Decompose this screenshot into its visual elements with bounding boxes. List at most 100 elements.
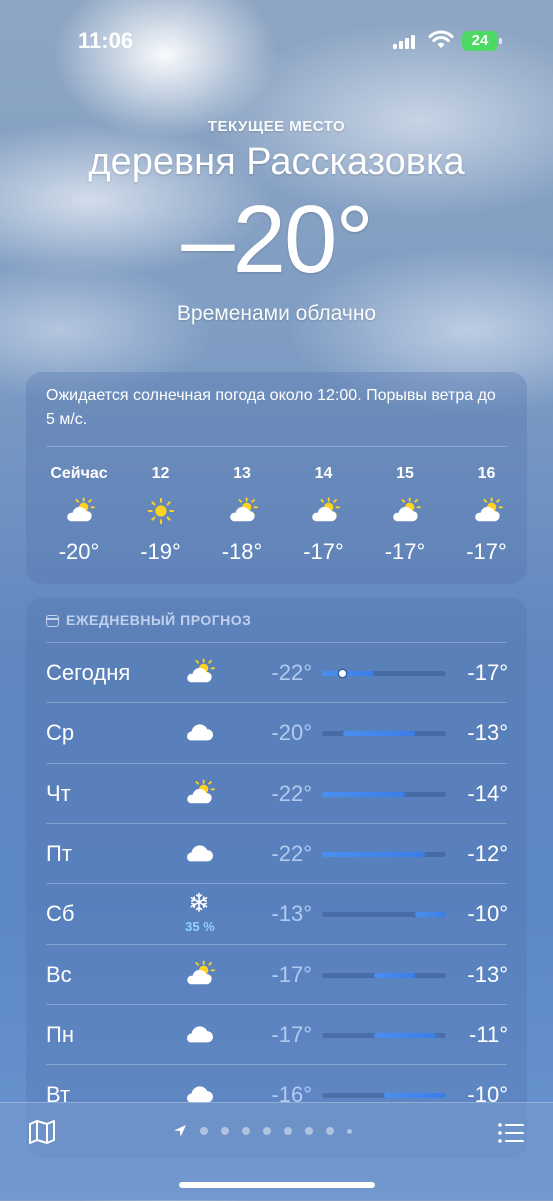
temperature-range-bar (322, 1093, 446, 1099)
day-label: Ср (46, 720, 75, 746)
daily-forecast-title: ЕЖЕДНЕВНЫЙ ПРОГНОЗ (66, 612, 252, 628)
low-temperature: -13° (271, 901, 312, 927)
temperature-range-fill (322, 791, 405, 797)
location-caption: ТЕКУЩЕЕ МЕСТО (207, 118, 346, 135)
temperature-range-bar (322, 791, 446, 797)
daily-forecast-header: ЕЖЕДНЕВНЫЙ ПРОГНОЗ (46, 612, 251, 628)
hour-label: 15 (396, 465, 414, 482)
divider (46, 642, 507, 643)
temperature-range-fill (373, 972, 415, 978)
temperature-range-bar (322, 972, 446, 978)
high-temperature: -10° (467, 901, 508, 927)
high-temperature: -12° (467, 840, 508, 866)
status-time: 11:06 (78, 28, 134, 53)
page-dot[interactable] (263, 1127, 271, 1135)
home-indicator (179, 1182, 375, 1188)
divider (46, 822, 507, 824)
daily-row[interactable]: Чт -22° -14° (26, 762, 527, 823)
daily-row[interactable]: Ср -20° -13° (26, 702, 527, 762)
forecast-summary: Ожидается солнечная погода около 12:00. … (46, 387, 496, 428)
divider (46, 1003, 507, 1005)
temperature-range-fill (384, 1093, 446, 1099)
low-temperature: -22° (271, 840, 312, 866)
high-temperature: -17° (467, 660, 508, 685)
day-label: Чт (46, 780, 71, 806)
daily-forecast-card[interactable]: ЕЖЕДНЕВНЫЙ ПРОГНОЗ Сегодня -22° -17° Ср -20°… (26, 598, 527, 1158)
partly-cloudy-icon (182, 658, 216, 686)
low-temperature: -20° (271, 720, 312, 746)
low-temperature: -17° (271, 961, 312, 987)
snowflake-icon (182, 891, 216, 915)
divider (46, 762, 507, 764)
sun-icon (145, 497, 177, 525)
temperature-range-fill (322, 851, 426, 857)
divider (46, 883, 507, 885)
temperature-range-fill (342, 731, 415, 737)
temperature-range-bar (322, 851, 446, 857)
high-temperature: -13° (467, 961, 508, 987)
hour-temperature: -17° (466, 539, 507, 564)
hour-label: 16 (477, 465, 496, 482)
cloud-icon (182, 1020, 216, 1048)
status-bar: 11:06 24 (0, 0, 553, 80)
hour-label: 14 (314, 465, 333, 482)
list-icon[interactable] (497, 1121, 525, 1145)
partly-cloudy-icon (182, 779, 216, 807)
temperature-range-bar (322, 1032, 446, 1038)
current-condition: Временами облачно (176, 302, 377, 325)
page-dot[interactable] (347, 1129, 352, 1134)
divider (46, 1064, 507, 1066)
low-temperature: -22° (271, 660, 312, 685)
daily-row[interactable]: Сегодня -22° -17° (26, 642, 527, 702)
hour-label: Сейчас (50, 465, 108, 482)
page-dot[interactable] (305, 1127, 313, 1135)
day-label: Сегодня (46, 660, 131, 685)
day-label: Пн (46, 1021, 74, 1047)
temperature-range-fill (415, 912, 446, 918)
daily-row[interactable]: Вс -17° -13° (26, 943, 527, 1004)
hour-temperature: -17° (384, 539, 426, 564)
partly-cloudy-icon (389, 497, 421, 525)
current-weather-header: ТЕКУЩЕЕ МЕСТО деревня Рассказовка –20° В… (0, 118, 553, 326)
low-temperature: -17° (271, 1021, 312, 1047)
precipitation-chance: 35 % (185, 919, 215, 935)
wifi-icon (428, 30, 454, 48)
hourly-forecast-strip[interactable]: Сейчас -20° 12 -19° 13 -18° 14 -17° 15 -17° 16 -17° (26, 447, 527, 587)
hour-temperature: -20° (58, 539, 100, 564)
day-label: Пт (46, 840, 72, 866)
cloud-icon (182, 718, 216, 746)
divider (46, 943, 507, 945)
partly-cloudy-icon (471, 497, 503, 525)
current-temperature: –20° (181, 186, 374, 293)
cellular-signal-icon (393, 34, 415, 49)
partly-cloudy-icon (226, 497, 258, 525)
page-dot[interactable] (284, 1127, 292, 1135)
daily-row[interactable]: Сб 35 % -13° -10° (26, 883, 527, 943)
daily-row[interactable]: Пт -22° -12° (26, 822, 527, 883)
temperature-range-bar (322, 731, 446, 737)
partly-cloudy-icon (182, 959, 216, 988)
cloud-icon (182, 839, 216, 867)
low-temperature: -22° (271, 780, 312, 806)
divider (46, 702, 507, 704)
page-dot[interactable] (242, 1127, 250, 1135)
page-dot[interactable] (200, 1127, 208, 1135)
hour-label: 12 (151, 465, 170, 482)
temperature-range-fill (322, 671, 374, 676)
temperature-range-bar (322, 912, 446, 918)
location-arrow-icon (174, 1125, 186, 1137)
temperature-range-fill (373, 1032, 436, 1038)
page-dot[interactable] (221, 1127, 229, 1135)
daily-row[interactable]: Пн -17° -11° (26, 1003, 527, 1064)
map-icon[interactable] (28, 1119, 56, 1145)
partly-cloudy-icon (308, 497, 340, 525)
location-name: деревня Рассказовка (88, 141, 465, 183)
day-label: Сб (46, 901, 75, 927)
day-label: Вс (46, 961, 72, 987)
hourly-forecast-card[interactable]: Ожидается солнечная погода около 12:00. … (26, 372, 527, 584)
calendar-icon (46, 615, 59, 627)
hour-temperature: -17° (303, 539, 344, 564)
battery-indicator: 24 (462, 31, 502, 51)
hour-label: 13 (233, 465, 251, 482)
page-dot[interactable] (326, 1127, 334, 1135)
